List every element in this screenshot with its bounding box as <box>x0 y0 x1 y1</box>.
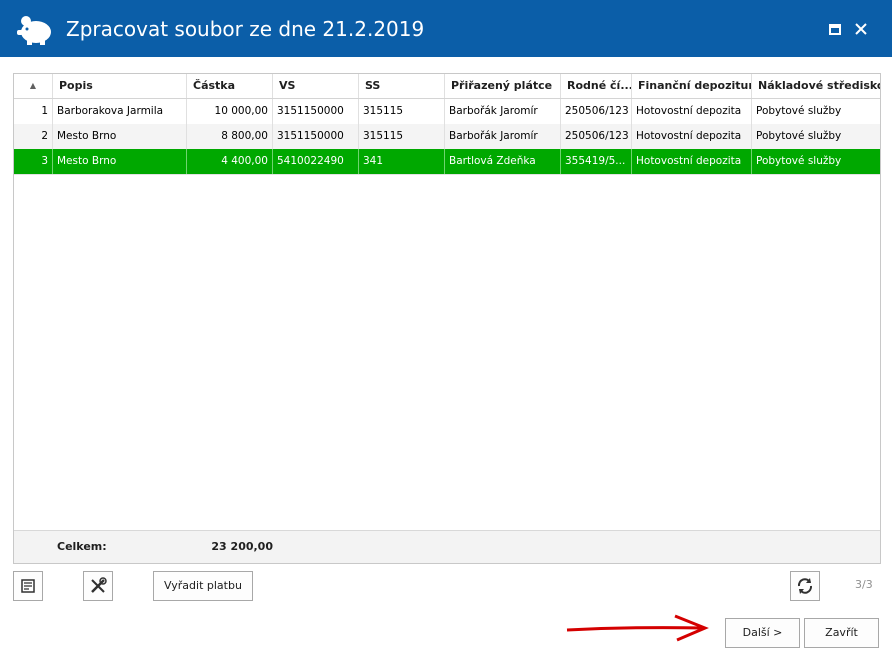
maximize-button[interactable] <box>826 20 844 38</box>
row-number: 3 <box>14 149 53 174</box>
cell-vs: 3151150000 <box>273 99 359 124</box>
payments-grid: ▲ Popis Částka VS SS Přiřazený plátce Ro… <box>13 73 881 564</box>
refresh-icon <box>797 578 813 594</box>
table-row[interactable]: 1 Barborakova Jarmila 10 000,00 31511500… <box>14 99 880 125</box>
cell-stredisko: Pobytové služby <box>756 105 842 117</box>
refresh-button[interactable] <box>790 571 820 601</box>
cell-ss: 341 <box>359 149 445 174</box>
column-header-stredisko[interactable]: Nákladové středisko <box>752 74 880 98</box>
cell-rodne-cislo: 250506/123 <box>561 124 632 149</box>
cell-depozitum: Hotovostní depozita <box>632 124 752 149</box>
total-label: Celkem: <box>57 540 107 553</box>
tools-icon <box>91 577 107 593</box>
table-row-selected[interactable]: 3 Mesto Brno 4 400,00 5410022490 341 Bar… <box>14 149 880 175</box>
cell-depozitum: Hotovostní depozita <box>632 149 752 174</box>
close-dialog-button[interactable]: Zavřít <box>804 618 879 648</box>
notes-button[interactable] <box>13 571 43 601</box>
next-button[interactable]: Další > <box>725 618 800 648</box>
cell-rodne-cislo: 355419/5... <box>561 149 632 174</box>
cell-popis: Barborakova Jarmila <box>53 99 187 124</box>
maximize-icon <box>829 24 841 35</box>
column-header-rodne-cislo[interactable]: Rodné čí... <box>561 74 632 98</box>
arrow-annotation-icon <box>566 614 709 642</box>
piggy-bank-icon <box>17 16 51 45</box>
cell-rodne-cislo: 250506/123 <box>561 99 632 124</box>
column-header-ss[interactable]: SS <box>359 74 445 98</box>
column-header-vs[interactable]: VS <box>273 74 359 98</box>
cell-platce: Bartlová Zdeňka <box>445 149 561 174</box>
cell-castka: 4 400,00 <box>187 149 273 174</box>
tools-button[interactable] <box>83 571 113 601</box>
row-number: 2 <box>14 124 53 149</box>
table-row[interactable]: 2 Mesto Brno 8 800,00 3151150000 315115 … <box>14 124 880 150</box>
column-header-platce[interactable]: Přiřazený plátce <box>445 74 561 98</box>
sort-ascending-icon[interactable]: ▲ <box>14 74 53 98</box>
cell-depozitum: Hotovostní depozita <box>632 99 752 124</box>
column-header-castka[interactable]: Částka <box>187 74 273 98</box>
column-header-popis[interactable]: Popis <box>53 74 187 98</box>
cell-ss: 315115 <box>359 124 445 149</box>
title-bar: Zpracovat soubor ze dne 21.2.2019 <box>0 0 892 57</box>
close-button[interactable] <box>852 20 870 38</box>
cell-popis: Mesto Brno <box>53 149 187 174</box>
grid-header: ▲ Popis Částka VS SS Přiřazený plátce Ro… <box>14 74 880 99</box>
total-amount: 23 200,00 <box>211 540 273 553</box>
cell-vs: 3151150000 <box>273 124 359 149</box>
cell-platce: Barbořák Jaromír <box>445 124 561 149</box>
cell-platce: Barbořák Jaromír <box>445 99 561 124</box>
cell-ss: 315115 <box>359 99 445 124</box>
cell-stredisko: Pobytové služby <box>756 130 842 142</box>
cell-castka: 8 800,00 <box>187 124 273 149</box>
cell-stredisko: Pobytové služby <box>756 155 842 167</box>
grid-footer: Celkem: 23 200,00 <box>14 530 880 563</box>
cell-popis: Mesto Brno <box>53 124 187 149</box>
row-number: 1 <box>14 99 53 124</box>
notes-icon <box>21 579 35 593</box>
cell-castka: 10 000,00 <box>187 99 273 124</box>
window-title: Zpracovat soubor ze dne 21.2.2019 <box>66 17 425 41</box>
close-icon <box>855 23 867 35</box>
column-header-depozitum[interactable]: Finanční depozitum <box>632 74 752 98</box>
page-count: 3/3 <box>855 578 873 591</box>
cell-vs: 5410022490 <box>273 149 359 174</box>
remove-payment-button[interactable]: Vyřadit platbu <box>153 571 253 601</box>
